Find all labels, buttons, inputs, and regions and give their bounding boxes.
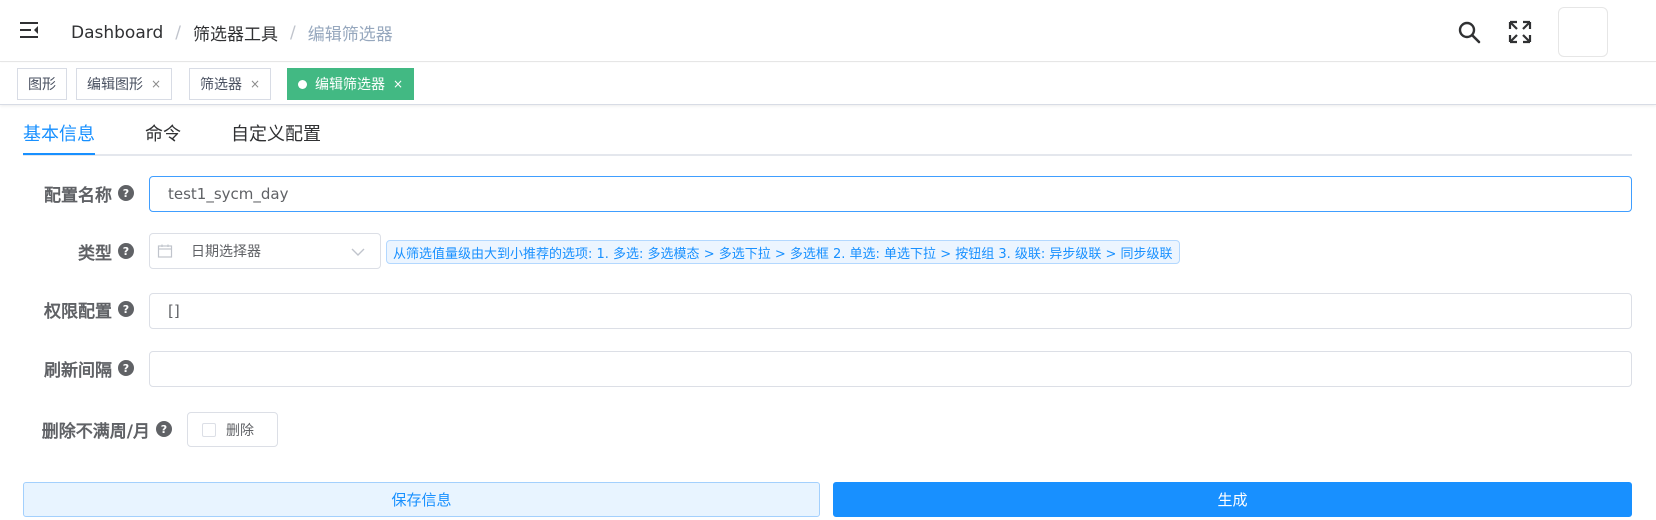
active-dot-icon: [298, 79, 307, 89]
name-label: 配置名称: [44, 185, 112, 206]
close-icon[interactable]: ×: [250, 77, 260, 91]
help-icon[interactable]: ?: [156, 421, 172, 437]
avatar[interactable]: [1558, 7, 1608, 57]
tag-label: 编辑筛选器: [315, 77, 385, 93]
navbar: Dashboard / 筛选器工具 / 编辑筛选器: [0, 0, 1656, 62]
type-select-value: 日期选择器: [191, 244, 261, 260]
generate-button[interactable]: 生成: [833, 482, 1632, 517]
tab-basic-info[interactable]: 基本信息: [23, 120, 95, 146]
remove-label: 删除不满周/月: [41, 421, 150, 442]
breadcrumb: Dashboard / 筛选器工具 / 编辑筛选器: [71, 20, 393, 46]
tag-label: 图形: [28, 77, 56, 93]
breadcrumb-separator: /: [175, 22, 181, 43]
refresh-interval-input[interactable]: [149, 351, 1632, 387]
tag-edit-filter[interactable]: 编辑筛选器 ×: [287, 68, 415, 100]
remove-checkbox[interactable]: 删除: [187, 412, 278, 447]
remove-checkbox-label: 删除: [226, 422, 254, 439]
tag-filter[interactable]: 筛选器 ×: [189, 68, 272, 100]
save-info-button[interactable]: 保存信息: [23, 482, 820, 517]
permission-label-row: 权限配置 ?: [20, 296, 134, 322]
permission-config-input[interactable]: [149, 293, 1632, 329]
type-select[interactable]: 日期选择器: [149, 233, 381, 269]
close-icon[interactable]: ×: [393, 77, 403, 91]
tab-command[interactable]: 命令: [145, 120, 181, 146]
tag-edit-graphics[interactable]: 编辑图形 ×: [76, 68, 173, 100]
tab-active-indicator: [23, 153, 95, 155]
breadcrumb-separator: /: [289, 22, 296, 43]
name-label-row: 配置名称 ?: [20, 180, 134, 206]
tab-custom-config[interactable]: 自定义配置: [231, 120, 321, 146]
type-label-row: 类型 ?: [20, 238, 134, 264]
tag-graphics[interactable]: 图形: [17, 68, 67, 100]
breadcrumb-edit-filter: 编辑筛选器: [307, 25, 393, 45]
refresh-label-row: 刷新间隔 ?: [20, 355, 134, 381]
tag-label: 编辑图形: [87, 77, 143, 93]
tags-view: 图形 编辑图形 × 筛选器 × 编辑筛选器 ×: [0, 63, 1656, 105]
checkbox-box[interactable]: [202, 422, 216, 437]
type-hint-tag: 从筛选值量级由大到小推荐的选项: 1. 多选: 多选模态 > 多选下拉 > 多选…: [386, 240, 1180, 264]
config-name-input[interactable]: [149, 176, 1632, 212]
help-icon[interactable]: ?: [118, 360, 134, 376]
fullscreen-icon[interactable]: [1508, 20, 1532, 44]
type-label: 类型: [78, 243, 112, 264]
breadcrumb-filter-tools[interactable]: 筛选器工具: [193, 20, 278, 45]
close-icon[interactable]: ×: [151, 77, 161, 91]
chevron-down-icon: [351, 248, 365, 256]
hamburger-icon[interactable]: [20, 20, 40, 40]
form-tabs: 基本信息 命令 自定义配置: [23, 106, 1632, 156]
calendar-icon: [157, 244, 173, 258]
refresh-label: 刷新间隔: [44, 360, 112, 381]
permission-label: 权限配置: [44, 301, 112, 322]
help-icon[interactable]: ?: [118, 301, 134, 317]
remove-label-row: 删除不满周/月 ?: [20, 416, 172, 442]
breadcrumb-dashboard[interactable]: Dashboard: [71, 23, 163, 43]
help-icon[interactable]: ?: [118, 185, 134, 201]
tag-label: 筛选器: [200, 77, 242, 93]
search-icon[interactable]: [1457, 20, 1481, 44]
help-icon[interactable]: ?: [118, 243, 134, 259]
